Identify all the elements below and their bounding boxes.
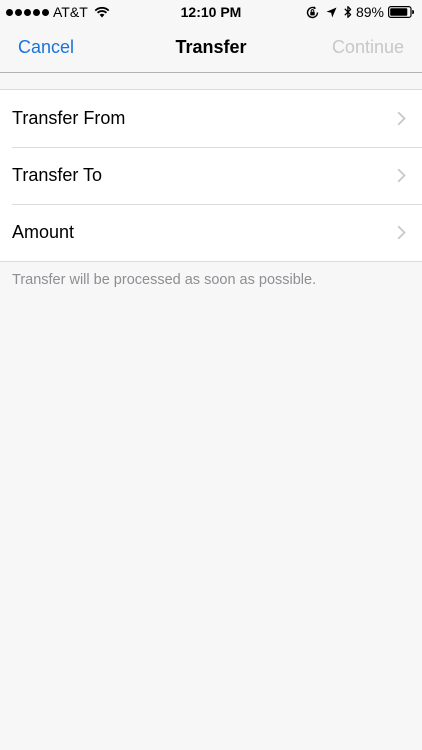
transfer-to-row[interactable]: Transfer To [0, 147, 422, 204]
amount-label: Amount [12, 222, 75, 242]
transfer-form-list: Transfer From Transfer To Amount [0, 89, 422, 262]
signal-dots-icon [6, 8, 49, 16]
status-bar-right: 89% [299, 4, 414, 20]
amount-row[interactable]: Amount [0, 204, 422, 261]
carrier-name: AT&T [53, 4, 88, 20]
location-icon [326, 7, 337, 17]
cancel-button[interactable]: Cancel [18, 37, 74, 58]
transfer-info-note: Transfer will be processed as soon as po… [12, 272, 317, 288]
bluetooth-icon [344, 6, 352, 18]
transfer-from-label: Transfer From [12, 108, 126, 128]
transfer-to-label: Transfer To [12, 165, 103, 185]
chevron-right-icon [397, 225, 406, 240]
battery-icon [388, 6, 414, 18]
chevron-right-icon [397, 168, 406, 183]
continue-button[interactable]: Continue [332, 37, 404, 58]
status-bar-left: AT&T [6, 4, 110, 20]
status-bar: AT&T 12:10 PM 89% [0, 0, 422, 24]
battery-percentage: 89% [355, 4, 384, 20]
rotation-lock-icon [306, 5, 319, 18]
transfer-from-row[interactable]: Transfer From [0, 90, 422, 147]
wifi-icon [94, 6, 110, 18]
chevron-right-icon [397, 111, 406, 126]
navigation-bar: Cancel Transfer Continue [0, 24, 422, 73]
transfer-screen: AT&T 12:10 PM 89% Cancel Transfer Contin… [0, 0, 422, 750]
